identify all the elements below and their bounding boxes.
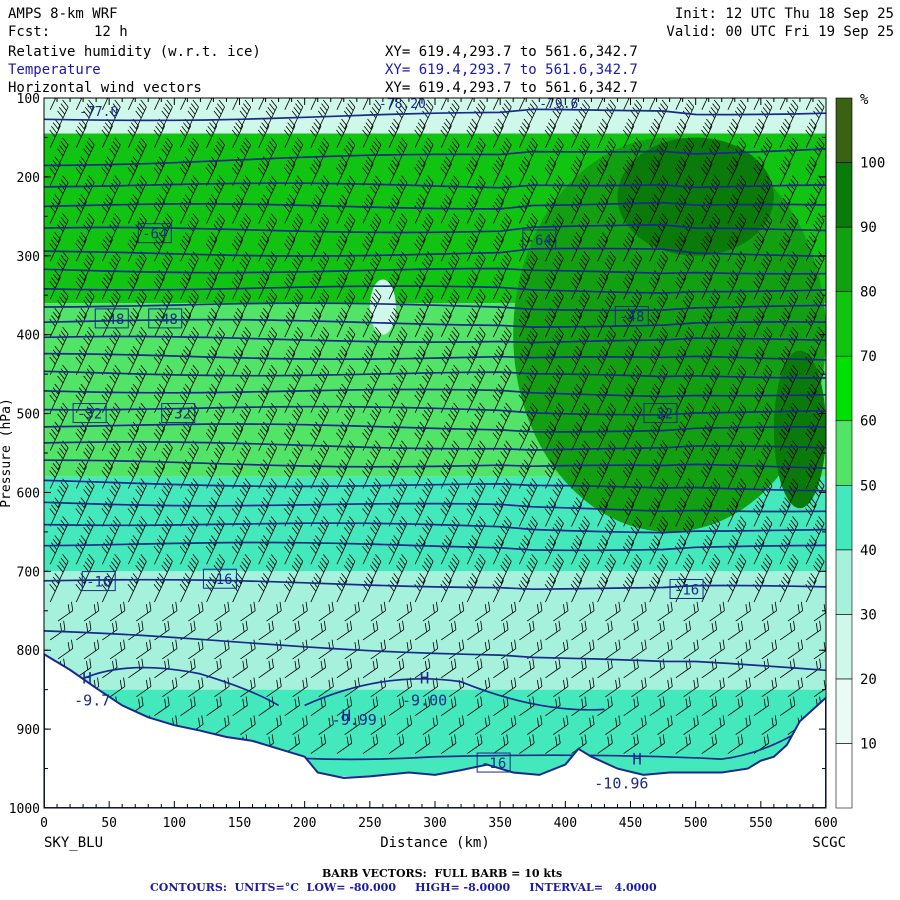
colorbar-label-80: 80 [860,285,877,301]
y-tick-label-700: 700 [17,565,40,580]
isotherm-label-3: -48 [148,308,183,329]
colorbar-label-10: 10 [860,736,877,752]
x-tick-label-0: 0 [40,816,48,831]
extremum-marker-1: H [420,668,430,687]
top-label-2: -79.6 [539,97,578,112]
extremum-marker-3: H [632,750,642,769]
x-tick-label-200: 200 [293,816,316,831]
isotherm-label-4: -48 [614,306,649,327]
colorbar-label-50: 50 [860,478,877,494]
extremum-marker-0: H [82,668,92,687]
colorbar-label-100: 100 [860,156,885,172]
colorbar-bin-5 [835,420,853,486]
top-label-1: -78.20 [379,97,426,112]
y-tick-label-500: 500 [17,408,40,423]
colorbar-label-90: 90 [860,220,877,236]
isotherm-label-2: -48 [94,308,129,329]
extremum-value-3: -10.96 [594,774,648,792]
y-axis-label: Pressure (hPa) [0,398,14,508]
colorbar: 10 20 30 40 50 60 70 80 90 100% [835,92,885,809]
x-tick-label-400: 400 [554,816,577,831]
colorbar-label-20: 20 [860,672,877,688]
x-tick-label-450: 450 [619,816,642,831]
x-tick-label-300: 300 [423,816,446,831]
y-tick-label-300: 300 [17,250,40,265]
colorbar-bin-8 [835,226,853,292]
x-tick-label-350: 350 [488,816,511,831]
colorbar-bin-6 [835,355,853,422]
isotherm-label-7: -32 [643,403,678,424]
isotherm-label-5: -32 [72,403,107,424]
y-tick-label-800: 800 [17,644,40,659]
y-tick-label-400: 400 [17,329,40,344]
x-tick-label-550: 550 [749,816,772,831]
y-tick-label-200: 200 [17,171,40,186]
isotherm-label-11: -16 [476,752,511,773]
right-endpoint-label: SCGC [812,835,846,851]
cross-section-chart: -64 -64 -48 -48 -48 -32 -32 -32 -16 -16 -16 -16 -77.… [0,92,885,851]
colorbar-bin-9 [835,162,853,228]
y-tick-label-1000: 1000 [9,802,40,817]
colorbar-bin-4 [835,484,853,551]
colorbar-bin-1 [835,678,853,744]
isotherm-label-9: -16 [202,568,237,589]
x-axis-label: Distance (km) [380,835,490,851]
rh-region-9 [369,279,396,335]
isotherm-label-10: -16 [669,578,704,599]
colorbar-bin-10 [835,97,853,163]
rh-region-4 [44,571,826,690]
colorbar-bin-2 [835,614,853,680]
relative-humidity-field [44,98,826,777]
colorbar-label-30: 30 [860,607,877,623]
isotherm-label-0: -64 [137,223,172,244]
x-tick-label-500: 500 [684,816,707,831]
colorbar-bin-0 [835,743,853,809]
y-tick-label-100: 100 [17,92,40,107]
x-tick-label-100: 100 [163,816,186,831]
isotherm-label-6: -32 [161,403,196,424]
left-endpoint-label: SKY_BLU [44,835,103,851]
isotherm-label-1: -64 [522,229,557,250]
x-tick-label-150: 150 [228,816,251,831]
y-tick-label-600: 600 [17,486,40,501]
extremum-value-0: -9.7 [74,691,110,709]
contour-legend: CONTOURS: UNITS=°C LOW= -80.000 HIGH= -8… [150,881,657,894]
x-tick-label-50: 50 [101,816,117,831]
barb-legend: BARB VECTORS: FULL BARB = 10 kts [322,867,563,880]
extremum-value-1: -9.00 [402,691,447,709]
extremum-value-2: -9.99 [332,711,377,729]
y-tick-label-900: 900 [17,723,40,738]
x-tick-label-250: 250 [358,816,381,831]
colorbar-bin-7 [835,291,853,357]
colorbar-unit: % [860,92,869,108]
colorbar-label-70: 70 [860,349,877,365]
top-label-0: -77.0 [79,105,118,120]
isotherm-label-8: -16 [81,571,116,592]
colorbar-bin-3 [835,549,853,615]
x-tick-label-600: 600 [814,816,837,831]
colorbar-label-60: 60 [860,414,877,430]
colorbar-label-40: 40 [860,543,877,559]
